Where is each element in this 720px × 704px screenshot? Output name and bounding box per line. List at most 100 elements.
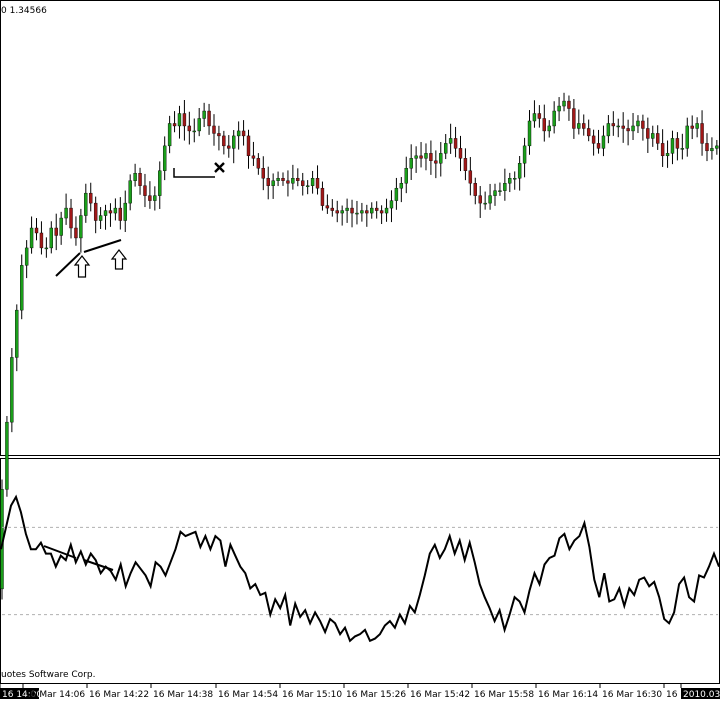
candle-down <box>474 183 477 195</box>
candle-up <box>114 208 117 213</box>
candle-up <box>518 163 521 178</box>
candle-down <box>247 136 250 156</box>
price-label: 0 1.34566 <box>1 6 47 16</box>
candle-up <box>291 178 294 183</box>
candle-down <box>454 138 457 148</box>
candle-up <box>5 422 8 489</box>
candle-up <box>424 153 427 158</box>
candle-up <box>523 146 526 163</box>
candle-up <box>385 208 388 213</box>
candle-down <box>296 178 299 180</box>
candle-up <box>99 216 102 221</box>
candle-down <box>40 233 43 248</box>
candle-down <box>94 203 97 220</box>
candle-up <box>410 158 413 168</box>
candle-down <box>646 128 649 138</box>
time-label: 16 Mar 15:26 <box>346 690 406 700</box>
candle-down <box>691 126 694 128</box>
candle-down <box>227 146 230 148</box>
candle-down <box>242 131 245 136</box>
candle-down <box>365 211 368 213</box>
time-label: 16 Mar 14:54 <box>218 690 278 700</box>
candle-up <box>681 148 684 149</box>
candle-up <box>444 143 447 153</box>
candle-up <box>198 118 201 130</box>
candle-up <box>124 203 127 220</box>
candle-down <box>217 133 220 135</box>
candle-down <box>74 228 77 238</box>
candle-down <box>543 118 546 130</box>
candle-down <box>587 128 590 135</box>
candle-down <box>301 181 304 186</box>
candle-up <box>45 248 48 249</box>
candle-up <box>193 131 196 132</box>
candle-up <box>390 201 393 208</box>
candle-down <box>336 211 339 213</box>
candle-up <box>134 173 137 180</box>
time-axis: 16 14:0016 Mar 14:0616 Mar 14:2216 Mar 1… <box>0 684 720 700</box>
candle-up <box>395 188 398 200</box>
candle-up <box>494 191 497 196</box>
candle-up <box>203 111 206 118</box>
candle-down <box>252 156 255 158</box>
candle-up <box>15 310 18 357</box>
candle-down <box>612 123 615 125</box>
candle-up <box>168 123 171 145</box>
trading-chart[interactable]: 0 1.34566 uotes Software Corp. 16 14:001… <box>0 0 720 700</box>
candle-down <box>262 168 265 178</box>
candle-up <box>20 265 23 310</box>
time-label: 16 Mar 14:06 <box>25 690 85 700</box>
candle-up <box>548 126 551 131</box>
candle-down <box>627 128 630 130</box>
time-label: 16 Mar 15:42 <box>410 690 470 700</box>
candle-up <box>129 181 132 203</box>
candle-down <box>469 171 472 183</box>
candle-down <box>188 126 191 131</box>
candle-down <box>459 148 462 158</box>
candle-down <box>661 143 664 155</box>
time-label: 16 Mar 16:14 <box>538 690 598 700</box>
candle-up <box>489 196 492 203</box>
candle-up <box>686 126 689 148</box>
candle-down <box>70 208 73 228</box>
candle-down <box>429 153 432 160</box>
candle-down <box>567 101 570 108</box>
candle-up <box>666 153 669 155</box>
candle-up <box>513 178 516 179</box>
candle-up <box>346 208 349 210</box>
candle-down <box>316 178 319 188</box>
candle-up <box>607 123 610 135</box>
candle-up <box>25 248 28 265</box>
candle-down <box>267 178 270 185</box>
candle-down <box>420 156 423 158</box>
time-label: 2010.03 <box>683 690 720 700</box>
candle-up <box>577 123 580 128</box>
candle-up <box>355 213 358 214</box>
time-label: 16 Mar 14:22 <box>89 690 149 700</box>
candle-up <box>163 146 166 171</box>
candle-up <box>272 181 275 186</box>
candle-up <box>104 211 107 216</box>
candle-up <box>533 114 536 121</box>
candle-down <box>35 228 38 233</box>
candle-up <box>237 131 240 136</box>
candle-up <box>715 146 718 148</box>
candle-down <box>109 211 112 213</box>
candle-up <box>30 228 33 248</box>
candle-down <box>183 114 186 126</box>
candle-up <box>60 218 63 235</box>
candle-down <box>222 136 225 146</box>
time-label: 16 Mar 15:10 <box>282 690 342 700</box>
candle-down <box>592 136 595 143</box>
candle-down <box>321 188 324 205</box>
candle-up <box>671 138 674 153</box>
candle-down <box>148 196 151 201</box>
candle-down <box>286 181 289 183</box>
candle-down <box>375 208 378 210</box>
candle-up <box>277 178 280 180</box>
time-label: 16 Mar 14:38 <box>153 690 213 700</box>
candle-down <box>351 208 354 213</box>
candle-down <box>701 123 704 143</box>
candle-up <box>405 168 408 183</box>
candle-up <box>84 193 87 215</box>
